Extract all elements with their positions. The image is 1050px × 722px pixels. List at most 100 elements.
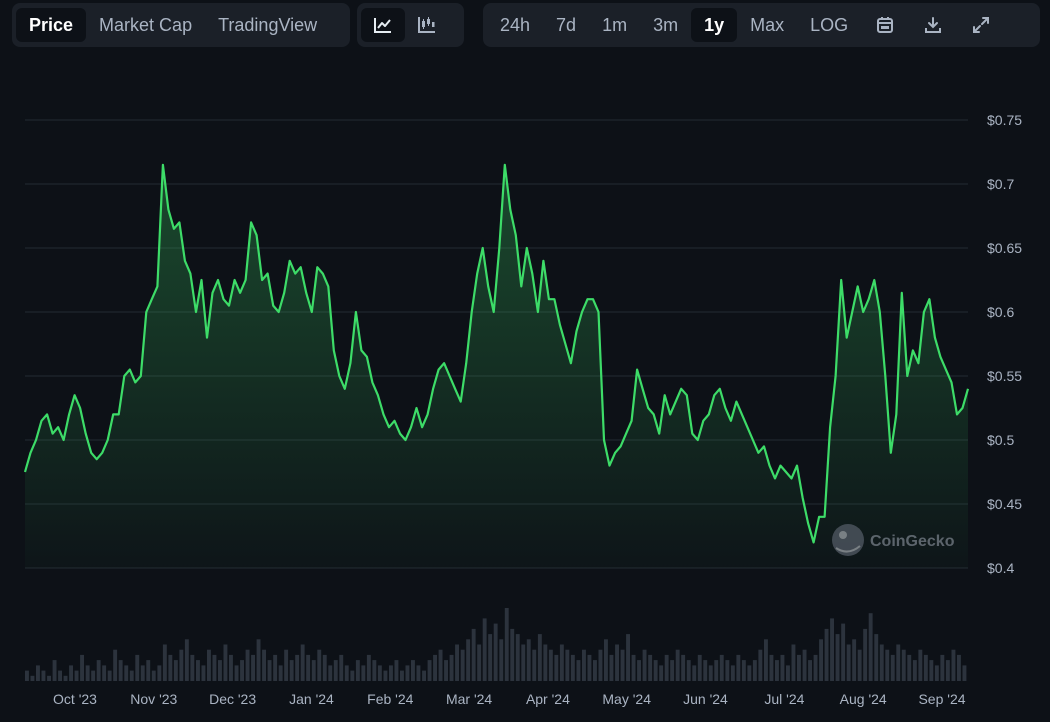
volume-bar — [135, 654, 140, 681]
x-tick-label: Jan '24 — [289, 691, 334, 707]
volume-bar — [598, 649, 603, 681]
volume-bar — [466, 639, 471, 681]
volume-bar — [251, 654, 255, 681]
volume-bar — [168, 654, 173, 681]
volume-bar — [890, 654, 895, 681]
volume-bar — [775, 660, 779, 681]
volume-bar — [747, 665, 752, 681]
volume-bar — [58, 670, 62, 681]
volume-bar — [764, 639, 768, 681]
volume-bar — [725, 660, 730, 681]
volume-bar — [173, 660, 178, 681]
volume-bar — [499, 639, 504, 681]
volume-bar — [907, 654, 912, 681]
volume-bar — [422, 670, 426, 681]
volume-bar — [819, 639, 823, 681]
volume-bar — [372, 660, 377, 681]
volume-bar — [879, 644, 884, 681]
volume-bar — [383, 670, 388, 681]
volume-bar — [692, 665, 697, 681]
volume-bar — [102, 665, 107, 681]
volume-bar — [256, 639, 261, 681]
volume-bar — [482, 618, 487, 681]
volume-bar — [802, 649, 807, 681]
volume-bar — [361, 665, 366, 681]
volume-bar — [863, 628, 868, 681]
volume-bar — [615, 644, 619, 681]
volume-bar — [245, 649, 250, 681]
volume-bar — [124, 665, 129, 681]
volume-bar — [190, 654, 195, 681]
volume-bar — [85, 665, 90, 681]
volume-bar — [758, 649, 763, 681]
volume-bar — [857, 649, 862, 681]
volume-bar — [322, 654, 327, 681]
volume-bar — [945, 660, 950, 681]
price-chart-svg: $0.75 $0.7 $0.65 $0.6 $0.55 $0.5 $0.45 $0.4 Coi… — [23, 112, 1022, 707]
volume-bar — [786, 665, 790, 681]
x-tick-label: Dec '23 — [209, 691, 256, 707]
volume-bar — [438, 649, 443, 681]
volume-bar — [30, 675, 35, 681]
volume-bar — [846, 644, 851, 681]
volume-bar — [885, 649, 890, 681]
volume-bar — [25, 670, 29, 681]
volume-bar — [212, 654, 217, 681]
volume-bar — [609, 654, 614, 681]
x-tick-label: Sep '24 — [918, 691, 965, 707]
volume-bar — [537, 634, 542, 681]
volume-bar — [80, 654, 84, 681]
volume-bar — [951, 649, 956, 681]
volume-bar — [697, 654, 702, 681]
volume-bar — [570, 654, 575, 681]
volume-bar — [708, 665, 713, 681]
volume-bar — [63, 675, 68, 681]
y-tick-label: $0.65 — [987, 240, 1022, 256]
volume-bar — [328, 665, 333, 681]
volume-bar — [813, 654, 818, 681]
volume-bar — [752, 660, 757, 681]
volume-bar — [218, 660, 222, 681]
volume-bar — [648, 654, 653, 681]
volume-bar — [532, 649, 537, 681]
volume-bar — [554, 654, 559, 681]
price-chart[interactable]: $0.75 $0.7 $0.65 $0.6 $0.55 $0.5 $0.45 $0.4 Coi… — [0, 0, 1050, 717]
volume-bar — [41, 670, 46, 681]
volume-bar — [681, 654, 686, 681]
volume-bar — [140, 665, 145, 681]
volume-bar — [736, 654, 741, 681]
volume-bar — [455, 644, 459, 681]
volume-bar — [229, 654, 233, 681]
y-tick-label: $0.75 — [987, 112, 1022, 128]
volume-bar — [129, 670, 134, 681]
volume-bar — [284, 649, 289, 681]
volume-bar — [449, 654, 454, 681]
volume-bar — [841, 623, 846, 681]
volume-bar — [151, 670, 156, 681]
volume-bar — [510, 628, 515, 681]
x-tick-label: Aug '24 — [840, 691, 887, 707]
volume-bar — [184, 639, 189, 681]
volume-bar — [653, 660, 658, 681]
volume-bar — [504, 608, 509, 681]
volume-bar — [162, 644, 167, 681]
volume-bar — [460, 649, 465, 681]
volume-bar — [69, 665, 73, 681]
volume-bar — [593, 660, 597, 681]
price-area — [25, 164, 968, 569]
volume-bar — [207, 649, 211, 681]
volume-bar — [47, 675, 51, 681]
volume-bar — [300, 644, 305, 681]
volume-bars — [25, 608, 967, 681]
volume-bar — [587, 654, 592, 681]
volume-bar — [201, 665, 206, 681]
volume-bar — [405, 665, 410, 681]
volume-bar — [146, 660, 151, 681]
volume-bar — [350, 670, 355, 681]
volume-bar — [306, 654, 311, 681]
volume-bar — [295, 654, 300, 681]
volume-bar — [52, 660, 57, 681]
volume-bar — [400, 670, 404, 681]
x-tick-label: May '24 — [602, 691, 651, 707]
volume-bar — [333, 660, 338, 681]
